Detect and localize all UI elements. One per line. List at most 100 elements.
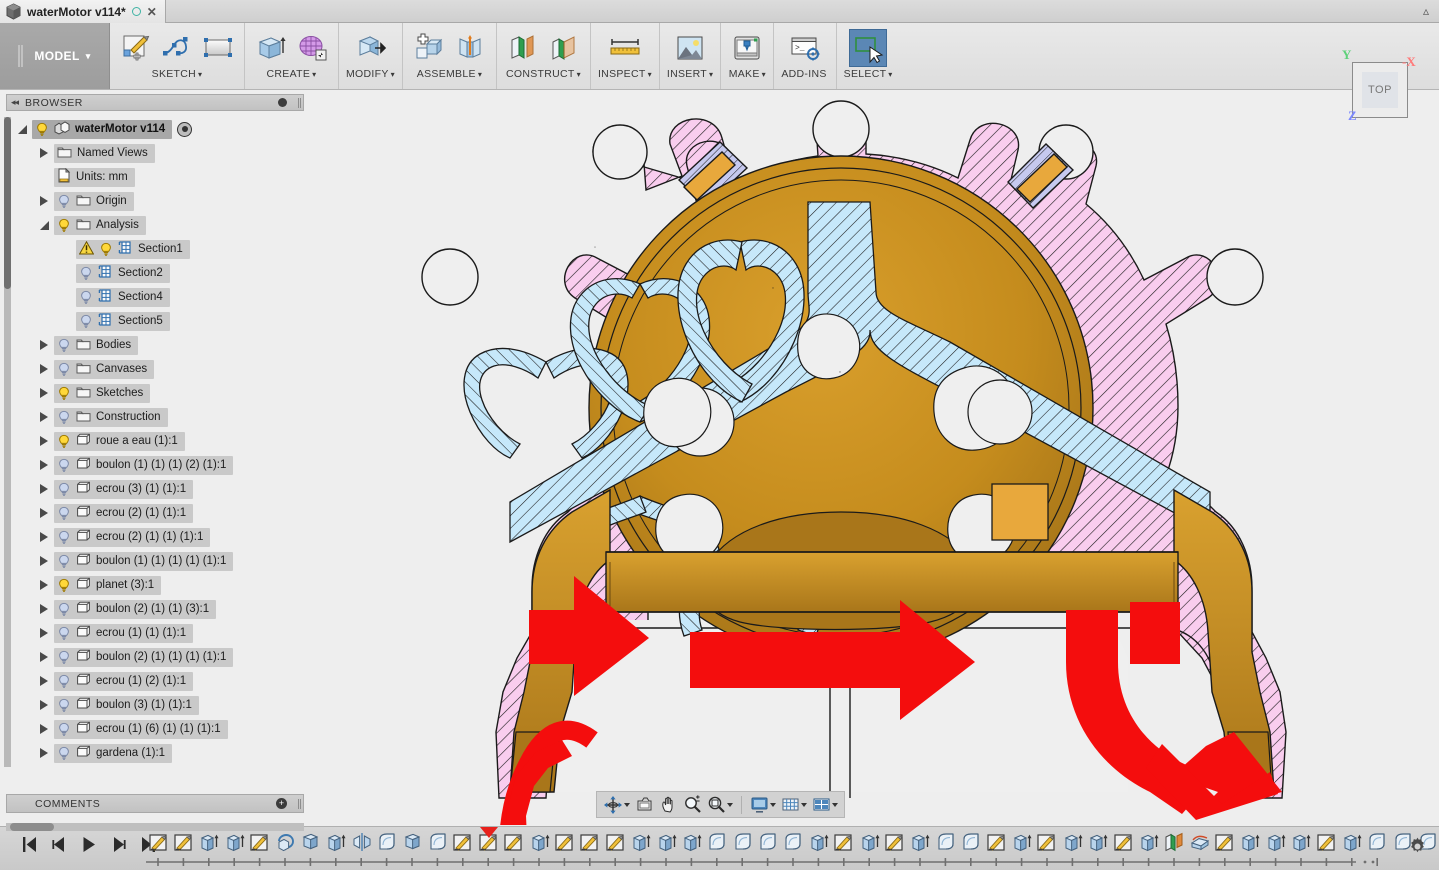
activate-component-icon[interactable] (177, 121, 193, 137)
timeline-feature-extrude[interactable] (1136, 831, 1161, 857)
timeline-feature-fillet-round[interactable] (730, 831, 755, 857)
viewport-canvas[interactable] (310, 92, 1439, 825)
ribbon-group-label[interactable]: MAKE ▾ (729, 68, 766, 80)
visibility-bulb-on-icon[interactable] (57, 434, 71, 448)
browser-tree-row[interactable]: ecrou (2) (1) (1) (1):1 (6, 525, 304, 549)
browser-tree-row[interactable]: Units: mm (6, 165, 304, 189)
browser-item[interactable]: Analysis (54, 215, 146, 235)
expand-arrow-icon[interactable] (34, 748, 54, 758)
visibility-bulb-off-icon[interactable] (79, 290, 93, 304)
browser-item[interactable]: Origin (54, 191, 134, 211)
expand-arrow-icon[interactable] (34, 364, 54, 374)
browser-item[interactable]: boulon (2) (1) (1) (1) (1):1 (54, 647, 234, 667)
visibility-bulb-off-icon[interactable] (57, 194, 71, 208)
timeline-feature-sketch[interactable] (832, 831, 857, 857)
visibility-bulb-off-icon[interactable] (57, 554, 71, 568)
timeline-feature-sketch[interactable] (248, 831, 273, 857)
visibility-bulb-off-icon[interactable] (57, 650, 71, 664)
timeline-feature-fillet-round[interactable] (1365, 831, 1390, 857)
offset-plane-icon[interactable] (504, 29, 542, 67)
browser-tree-row[interactable]: Analysis (6, 213, 304, 237)
browser-item[interactable]: Section2 (76, 263, 170, 283)
expand-arrow-icon[interactable] (34, 148, 54, 158)
browser-tree-row[interactable]: Sketches (6, 381, 304, 405)
spline-icon[interactable] (158, 29, 196, 67)
browser-tree-row[interactable]: waterMotor v114 (6, 117, 304, 141)
timeline-feature-extrude[interactable] (1009, 831, 1034, 857)
create-sketch-icon[interactable] (117, 29, 155, 67)
panel-grip[interactable] (298, 798, 299, 809)
expand-arrow-icon[interactable] (34, 724, 54, 734)
timeline-feature-extrude[interactable] (654, 831, 679, 857)
visibility-bulb-off-icon[interactable] (57, 698, 71, 712)
timeline-feature-sketch[interactable] (1314, 831, 1339, 857)
browser-item[interactable]: Units: mm (54, 167, 135, 187)
browser-tree-row[interactable]: boulon (2) (1) (1) (1) (1):1 (6, 645, 304, 669)
skip-start-icon[interactable] (20, 836, 38, 856)
browser-tree-row[interactable]: ecrou (1) (2) (1):1 (6, 669, 304, 693)
timeline-feature-extrude[interactable] (197, 831, 222, 857)
timeline-feature-extrude[interactable] (857, 831, 882, 857)
timeline-feature-plane[interactable] (1162, 831, 1187, 857)
chevron-up-icon[interactable]: ▵ (1413, 0, 1439, 22)
grid-icon[interactable] (779, 794, 809, 816)
visibility-bulb-off-icon[interactable] (57, 362, 71, 376)
expand-arrow-icon[interactable] (34, 340, 54, 350)
expand-arrow-icon[interactable] (34, 484, 54, 494)
browser-item[interactable]: planet (3):1 (54, 575, 162, 595)
press-pull-icon[interactable] (351, 29, 389, 67)
timeline-feature-sketch[interactable] (984, 831, 1009, 857)
collapse-arrow-icon[interactable] (12, 124, 32, 134)
expand-arrow-icon[interactable] (34, 700, 54, 710)
browser-item[interactable]: Bodies (54, 335, 139, 355)
timeline-playhead-marker[interactable] (480, 827, 499, 838)
browser-tree-row[interactable]: Section5 (6, 309, 304, 333)
create-form-icon[interactable] (293, 29, 331, 67)
insert-canvas-icon[interactable] (671, 29, 709, 67)
ribbon-group-label[interactable]: SKETCH ▾ (152, 68, 203, 80)
expand-arrow-icon[interactable] (34, 388, 54, 398)
step-forward-icon[interactable] (110, 836, 128, 856)
timeline-feature-fillet-round[interactable] (959, 831, 984, 857)
browser-item[interactable]: boulon (1) (1) (1) (2) (1):1 (54, 455, 234, 475)
visibility-bulb-on-icon[interactable] (99, 242, 113, 256)
browser-tree-row[interactable]: planet (3):1 (6, 573, 304, 597)
display-icon[interactable] (748, 794, 778, 816)
select-window-icon[interactable] (849, 29, 888, 67)
browser-tree-row[interactable]: ecrou (1) (6) (1) (1) (1):1 (6, 717, 304, 741)
browser-item[interactable]: boulon (1) (1) (1) (1) (1):1 (54, 551, 234, 571)
pan-hand-icon[interactable] (657, 793, 680, 816)
timeline-feature-sketch[interactable] (1212, 831, 1237, 857)
browser-item[interactable]: gardena (1):1 (54, 743, 173, 763)
collapse-arrow-icon[interactable] (34, 220, 54, 230)
timeline-feature-sketch[interactable] (1111, 831, 1136, 857)
play-icon[interactable] (80, 836, 98, 856)
ribbon-group-label[interactable]: CONSTRUCT ▾ (506, 68, 581, 80)
timeline-feature-sketch[interactable] (882, 831, 907, 857)
ribbon-group-label[interactable]: INSPECT ▾ (598, 68, 652, 80)
timeline-feature-fillet-round[interactable] (425, 831, 450, 857)
orbit-icon[interactable] (601, 793, 632, 817)
visibility-bulb-off-icon[interactable] (57, 338, 71, 352)
timeline-feature-extrude[interactable] (1263, 831, 1288, 857)
visibility-bulb-off-icon[interactable] (57, 482, 71, 496)
timeline-feature-extrude[interactable] (324, 831, 349, 857)
expand-arrow-icon[interactable] (34, 460, 54, 470)
browser-item[interactable]: ecrou (1) (6) (1) (1) (1):1 (54, 719, 228, 739)
timeline-feature-extrude[interactable] (222, 831, 247, 857)
browser-tree-row[interactable]: boulon (2) (1) (1) (3):1 (6, 597, 304, 621)
timeline-feature-sketch[interactable] (552, 831, 577, 857)
browser-tree-row[interactable]: gardena (1):1 (6, 741, 304, 765)
timeline-feature-extrude[interactable] (527, 831, 552, 857)
timeline-feature-mirror[interactable] (349, 831, 374, 857)
timeline-feature-sketch[interactable] (578, 831, 603, 857)
browser-horizontal-scrollbar[interactable] (6, 823, 304, 831)
visibility-bulb-off-icon[interactable] (57, 602, 71, 616)
expand-arrow-icon[interactable] (34, 652, 54, 662)
expand-arrow-icon[interactable] (34, 556, 54, 566)
ribbon-group-label[interactable]: MODIFY ▾ (346, 68, 395, 80)
browser-tree-row[interactable]: ecrou (1) (1) (1):1 (6, 621, 304, 645)
browser-item[interactable]: ecrou (1) (2) (1):1 (54, 671, 194, 691)
visibility-bulb-on-icon[interactable] (35, 122, 49, 136)
chevron-down-icon[interactable] (624, 802, 630, 807)
